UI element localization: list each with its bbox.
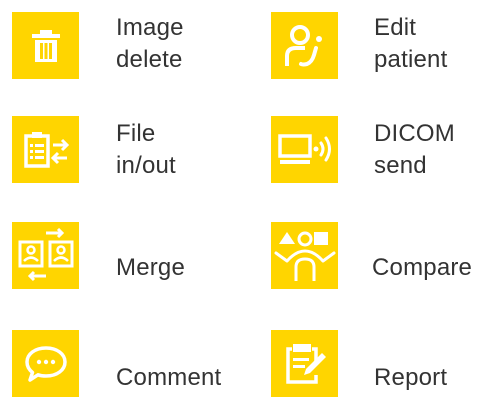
edit-patient-button[interactable] [271,12,338,79]
compare-button[interactable] [271,222,338,289]
dicom-send-label: DICOM send [374,118,455,182]
report-label: Report [374,364,448,391]
image-delete-label-line1: Image [116,14,184,41]
file-in-out-label-line2: in/out [116,152,176,179]
monitor-send-icon [277,133,331,164]
file-in-out-label-line1: File [116,120,156,147]
comment-button[interactable] [12,330,79,397]
edit-patient-label-line2: patient [374,46,448,73]
dicom-send-button[interactable] [271,116,338,183]
report-button[interactable] [271,330,338,397]
merge-icon [18,227,73,281]
image-delete-button[interactable] [12,12,79,79]
compare-icon [274,231,335,281]
comment-label: Comment [116,364,222,391]
file-transfer-icon [23,131,69,168]
image-delete-label-line2: delete [116,46,183,73]
file-in-out-label: File in/out [116,118,176,182]
merge-label: Merge [116,254,186,281]
person-edit-icon [284,24,322,66]
dicom-send-label-line1: DICOM [374,120,455,147]
speech-bubble-icon [24,345,67,382]
dicom-send-label-line2: send [374,152,427,179]
clipboard-pen-icon [285,343,326,384]
compare-label: Compare [372,254,473,281]
edit-patient-label-line1: Edit [374,14,417,41]
trash-icon [31,29,60,62]
edit-patient-label: Edit patient [374,12,447,76]
file-in-out-button[interactable] [12,116,79,183]
image-delete-label: Image delete [116,12,184,76]
merge-button[interactable] [12,222,79,289]
